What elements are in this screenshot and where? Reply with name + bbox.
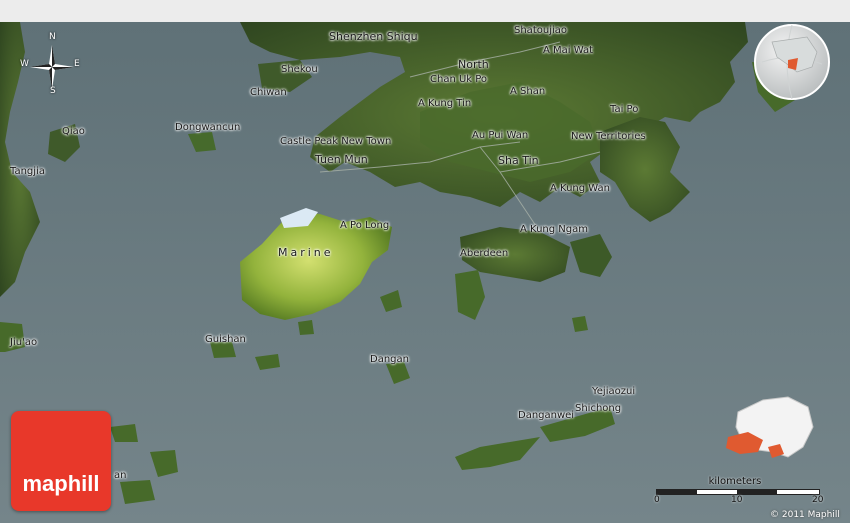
label-shekou: Shekou (281, 64, 318, 75)
label-dongwancun: Dongwancun (175, 122, 241, 133)
label-new-territories: New Territories (571, 131, 646, 142)
label-tai-po: Tai Po (610, 104, 639, 115)
label-aberdeen: Aberdeen (460, 248, 509, 259)
logo-text: maphill (22, 471, 100, 496)
maphill-logo[interactable]: maphill (11, 411, 111, 511)
label-partial-an: an (114, 470, 127, 481)
label-north: North (458, 58, 489, 71)
compass-e: E (74, 59, 80, 69)
scale-tick-20: 20 (812, 495, 824, 505)
label-shichong: Shichong (575, 403, 622, 414)
label-jiuao: Jiu'ao (10, 337, 38, 348)
globe-locator-icon (754, 24, 830, 100)
label-a-shan: A Shan (510, 86, 546, 97)
label-a-po-long: A Po Long (340, 220, 390, 231)
compass: N S E W (18, 32, 88, 102)
label-tangjia: Tangjia (10, 166, 45, 177)
top-bar (0, 0, 850, 22)
compass-s: S (50, 86, 56, 96)
compass-n: N (49, 32, 56, 42)
label-au-pui-wan: Au Pui Wan (472, 130, 529, 141)
scale-bar: kilometers 0 10 20 (650, 476, 830, 506)
compass-w: W (20, 59, 29, 69)
scale-tick-0: 0 (654, 495, 660, 505)
label-a-mai-wat: A Mai Wat (543, 45, 594, 56)
label-tuen-mun: Tuen Mun (315, 153, 368, 166)
label-shatoujiao: Shatoujiao (514, 25, 567, 36)
label-yejiaozui: Yejiaozui (592, 386, 636, 397)
scale-tick-10: 10 (731, 495, 743, 505)
label-castle-peak: Castle Peak New Town (280, 136, 392, 147)
label-guishan: Guishan (205, 334, 246, 345)
label-chiwan: Chiwan (250, 87, 287, 98)
scale-unit: kilometers (708, 476, 762, 487)
label-qiao: Qiao (62, 126, 85, 137)
label-shenzhen-shiqu: Shenzhen Shiqu (329, 30, 418, 43)
label-chan-uk-po: Chan Uk Po (430, 74, 488, 85)
label-danganwei: Danganwei (518, 410, 575, 421)
label-sha-tin: Sha Tin (498, 154, 539, 167)
label-dangan: Dangan (370, 354, 409, 365)
copyright: © 2011 Maphill (770, 510, 840, 520)
region-inset-map (726, 396, 814, 458)
label-a-kung-wan: A Kung Wan (550, 183, 610, 194)
label-a-kung-tin: A Kung Tin (418, 98, 472, 109)
label-a-kung-ngam: A Kung Ngam (520, 224, 588, 235)
label-marine: Marine (278, 246, 334, 259)
